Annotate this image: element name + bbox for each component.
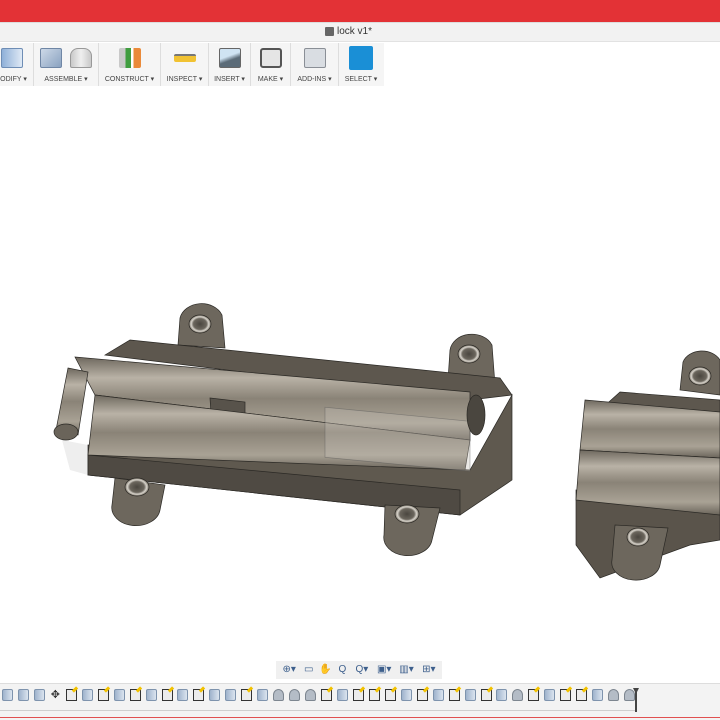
timeline-extrude-icon[interactable] — [225, 689, 237, 701]
insert-image-icon[interactable] — [218, 48, 241, 68]
timeline-extrude-icon[interactable] — [592, 689, 604, 701]
offset-plane-icon[interactable] — [118, 48, 141, 68]
timeline-sketch-icon[interactable] — [576, 689, 588, 701]
scripts-addins-icon[interactable] — [303, 48, 326, 68]
mount-hole — [688, 366, 712, 386]
select-group[interactable]: SELECT ▾ — [339, 43, 383, 86]
timeline-sketch-icon[interactable] — [161, 689, 173, 701]
display-settings-icon[interactable]: ▣▾ — [375, 664, 393, 676]
timeline-extrude-icon[interactable] — [2, 689, 13, 701]
modify-label: ODIFY ▾ — [0, 76, 27, 83]
mount-ear-bottom-right — [383, 504, 441, 556]
timeline-sketch-icon[interactable] — [480, 689, 492, 701]
timeline-marker[interactable] — [633, 688, 639, 712]
timeline-sketch-icon[interactable] — [129, 689, 141, 701]
lock-body-part[interactable] — [53, 303, 513, 556]
timeline-extrude-icon[interactable] — [113, 689, 125, 701]
timeline-sketch-icon[interactable] — [368, 689, 380, 701]
mount-hole — [626, 527, 650, 547]
zoom-window-icon[interactable]: Q▾ — [353, 664, 371, 676]
timeline-extrude-icon[interactable] — [33, 689, 45, 701]
assemble-group[interactable]: ASSEMBLE ▾ — [34, 43, 99, 86]
timeline-extrude-icon[interactable] — [81, 689, 93, 701]
lock-bolt-part[interactable] — [575, 350, 720, 581]
construct-label: CONSTRUCT ▾ — [104, 76, 155, 83]
modify-group[interactable]: ODIFY ▾ — [0, 43, 34, 86]
design-timeline: ✥ — [0, 683, 720, 720]
inspect-group[interactable]: INSPECT ▾ — [161, 43, 209, 86]
timeline-fillet-icon[interactable] — [289, 689, 301, 701]
timeline-extrude-icon[interactable] — [336, 689, 348, 701]
timeline-sketch-icon[interactable] — [448, 689, 460, 701]
document-title: lock v1* — [337, 26, 373, 37]
shadow — [62, 440, 88, 475]
timeline-sketch-icon[interactable] — [65, 689, 77, 701]
timeline-sketch-icon[interactable] — [321, 689, 332, 701]
timeline-extrude-icon[interactable] — [464, 689, 476, 701]
timeline-fillet-icon[interactable] — [608, 689, 620, 701]
navigation-bar: ⊕▾ ▭ ✋ Q Q▾ ▣▾ ▥▾ ⊞▾ — [276, 661, 442, 679]
timeline-move-icon[interactable]: ✥ — [50, 689, 61, 701]
insert-label: INSERT ▾ — [214, 76, 245, 83]
add-ins-label: ADD-INS ▾ — [297, 76, 332, 83]
toolbar: ODIFY ▾ ASSEMBLE ▾ CONSTRUCT ▾ INSPECT ▾… — [0, 43, 384, 86]
grid-settings-icon[interactable]: ▥▾ — [397, 664, 415, 676]
new-component-icon[interactable] — [40, 48, 62, 68]
document-tab[interactable]: lock v1* — [325, 26, 372, 37]
inspect-label: INSPECT ▾ — [166, 76, 203, 83]
timeline-extrude-icon[interactable] — [496, 689, 508, 701]
pin-handle — [53, 367, 89, 441]
mount-ear-bottom-left — [111, 477, 166, 526]
timeline-fillet-icon[interactable] — [512, 689, 524, 701]
make-label: MAKE ▾ — [257, 76, 284, 83]
timeline-extrude-icon[interactable] — [400, 689, 412, 701]
timeline-extrude-icon[interactable] — [145, 689, 157, 701]
select-icon[interactable] — [349, 46, 373, 70]
timeline-sketch-icon[interactable] — [193, 689, 205, 701]
document-tab-bar: lock v1* — [0, 22, 720, 42]
mount-ear-top-left — [177, 303, 226, 349]
timeline-extrude-icon[interactable] — [17, 689, 29, 701]
select-label: SELECT ▾ — [344, 76, 378, 83]
timeline-sketch-icon[interactable] — [416, 689, 428, 701]
pan-icon[interactable]: ✋ — [319, 664, 332, 676]
look-at-icon[interactable]: ▭ — [302, 664, 315, 676]
timeline-extrude-icon[interactable] — [209, 689, 221, 701]
joint-icon[interactable] — [70, 48, 92, 68]
rod-end-hole — [466, 394, 486, 436]
timeline-fillet-icon[interactable] — [273, 689, 285, 701]
timeline-sketch-icon[interactable] — [384, 689, 396, 701]
assemble-label: ASSEMBLE ▾ — [44, 76, 88, 83]
timeline-fillet-icon[interactable] — [305, 689, 317, 701]
timeline-sketch-icon[interactable] — [241, 689, 253, 701]
timeline-extrude-icon[interactable] — [177, 689, 189, 701]
timeline-extrude-icon[interactable] — [257, 689, 269, 701]
construct-group[interactable]: CONSTRUCT ▾ — [99, 43, 161, 86]
make-group[interactable]: MAKE ▾ — [251, 43, 291, 86]
insert-group[interactable]: INSERT ▾ — [209, 43, 251, 86]
timeline-extrude-icon[interactable] — [432, 689, 444, 701]
timeline-sketch-icon[interactable] — [560, 689, 572, 701]
timeline-track — [0, 710, 636, 711]
viewports-icon[interactable]: ⊞▾ — [420, 664, 438, 676]
modify-press-pull-icon[interactable] — [0, 48, 23, 68]
timeline-sketch-icon[interactable] — [97, 689, 109, 701]
measure-icon[interactable] — [173, 54, 196, 62]
3d-print-icon[interactable] — [259, 48, 282, 68]
component-icon — [325, 27, 334, 36]
3d-viewport[interactable] — [0, 86, 720, 660]
orbit-icon[interactable]: ⊕▾ — [280, 664, 298, 676]
timeline-divider — [0, 717, 720, 718]
app-title-bar — [0, 0, 720, 22]
timeline-sketch-icon[interactable] — [528, 689, 540, 701]
timeline-extrude-icon[interactable] — [544, 689, 556, 701]
zoom-icon[interactable]: Q — [336, 664, 349, 676]
add-ins-group[interactable]: ADD-INS ▾ — [291, 43, 339, 86]
timeline-sketch-icon[interactable] — [352, 689, 364, 701]
